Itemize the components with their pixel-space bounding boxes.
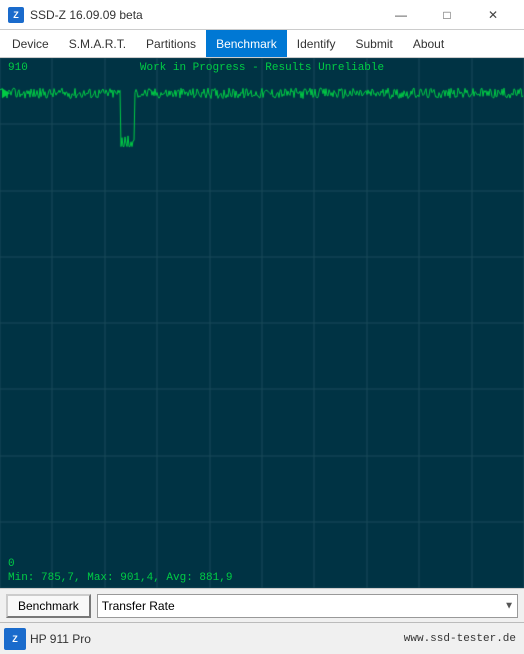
chart-type-select[interactable]: Transfer Rate IOPS Access Time	[97, 594, 518, 618]
menu-bar: Device S.M.A.R.T. Partitions Benchmark I…	[0, 30, 524, 58]
app-icon: Z	[8, 7, 24, 23]
status-url: www.ssd-tester.de	[404, 633, 516, 645]
chart-area: 910 Work in Progress - Results Unreliabl…	[0, 58, 524, 588]
menu-smart[interactable]: S.M.A.R.T.	[59, 30, 136, 57]
menu-device[interactable]: Device	[2, 30, 59, 57]
chart-min-value: 0	[8, 558, 15, 570]
dropdown-container: Transfer Rate IOPS Access Time ▼	[97, 594, 518, 618]
menu-partitions[interactable]: Partitions	[136, 30, 206, 57]
benchmark-chart	[0, 58, 524, 588]
menu-about[interactable]: About	[403, 30, 454, 57]
benchmark-button[interactable]: Benchmark	[6, 594, 91, 618]
close-button[interactable]: ✕	[470, 0, 516, 30]
app-title: SSD-Z 16.09.09 beta	[30, 8, 143, 22]
bottom-toolbar: Benchmark Transfer Rate IOPS Access Time…	[0, 588, 524, 622]
minimize-button[interactable]: —	[378, 0, 424, 30]
window-controls: — □ ✕	[378, 0, 516, 30]
title-bar: Z SSD-Z 16.09.09 beta — □ ✕	[0, 0, 524, 30]
menu-submit[interactable]: Submit	[345, 30, 402, 57]
status-app-icon: Z	[4, 628, 26, 650]
title-left: Z SSD-Z 16.09.09 beta	[8, 7, 143, 23]
menu-identify[interactable]: Identify	[287, 30, 346, 57]
status-device-name: HP 911 Pro	[30, 632, 400, 646]
chart-warning: Work in Progress - Results Unreliable	[0, 62, 524, 74]
status-bar: Z HP 911 Pro www.ssd-tester.de	[0, 622, 524, 654]
menu-benchmark[interactable]: Benchmark	[206, 30, 287, 57]
maximize-button[interactable]: □	[424, 0, 470, 30]
chart-stats: Min: 785,7, Max: 901,4, Avg: 881,9	[8, 572, 232, 584]
